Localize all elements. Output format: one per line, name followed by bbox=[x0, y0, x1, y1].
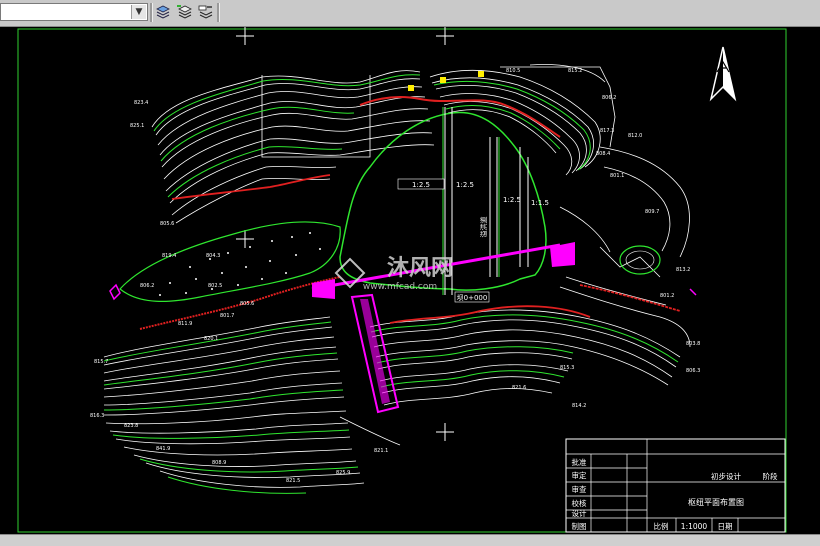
spillway-label: 溢洪道 bbox=[479, 217, 488, 238]
layer-dropdown[interactable]: ▼ bbox=[0, 3, 148, 21]
elevation-label: 810.5 bbox=[506, 68, 520, 74]
title-row-approve: 批准 bbox=[572, 457, 587, 467]
elevation-label: 813.2 bbox=[676, 267, 690, 273]
design-stage-value: 阶段 bbox=[763, 471, 778, 481]
drawing-canvas[interactable]: 1:2.5 1:2.5 溢洪道 1:2.5 1:1.5 坝0+000 沐风网 w… bbox=[0, 27, 820, 534]
elevation-label: 817.3 bbox=[600, 128, 614, 134]
elevation-label: 801.7 bbox=[220, 313, 234, 319]
layer-state-icon[interactable] bbox=[195, 2, 215, 22]
design-stage-label: 初步设计 bbox=[711, 471, 741, 481]
title-block: 批准 审定 审查 校核 设计 制图 初步设计 阶段 枢纽平面布置图 比例 1:1… bbox=[565, 438, 786, 533]
layer-previous-icon[interactable] bbox=[174, 2, 194, 22]
elevation-label: 821.5 bbox=[286, 478, 300, 484]
yellow-annotations bbox=[408, 71, 484, 91]
elevation-label: 802.5 bbox=[208, 283, 222, 289]
elevation-label: 812.0 bbox=[628, 133, 642, 139]
scale-label: 比例 bbox=[654, 521, 669, 531]
elevation-label: 823.8 bbox=[124, 423, 138, 429]
toolbar: ▼ bbox=[0, 0, 820, 27]
scale-value: 1:1000 bbox=[681, 522, 708, 531]
elevation-label: 805.6 bbox=[240, 301, 254, 307]
watermark: 沐风网 www.mfcad.com bbox=[334, 256, 453, 292]
contours-lower-left bbox=[103, 316, 365, 488]
slope-label: 1:2.5 bbox=[503, 196, 521, 204]
elevation-label: 815.3 bbox=[560, 365, 574, 371]
title-row-design: 设计 bbox=[572, 508, 587, 518]
excavation-line-upper bbox=[171, 174, 331, 200]
elevation-label: 803.8 bbox=[686, 341, 700, 347]
elevation-label: 819.4 bbox=[162, 253, 176, 259]
drawing-title: 枢纽平面布置图 bbox=[688, 497, 744, 507]
elevation-label: 816.3 bbox=[90, 413, 104, 419]
elevation-label: 820.1 bbox=[204, 336, 218, 342]
elevation-label: 808.4 bbox=[596, 151, 610, 157]
date-label: 日期 bbox=[718, 522, 733, 531]
watermark-brand: 沐风网 bbox=[387, 256, 453, 281]
contours-upper-right-index bbox=[433, 81, 591, 171]
elevation-label: 821.1 bbox=[374, 448, 388, 454]
toolbar-separator bbox=[217, 3, 220, 22]
elevation-label: 815.7 bbox=[94, 359, 108, 365]
title-row-drafting: 制图 bbox=[572, 521, 587, 531]
title-row-verify: 审定 bbox=[572, 470, 587, 480]
title-row-review: 审查 bbox=[572, 484, 587, 494]
slope-label: 1:2.5 bbox=[412, 181, 430, 189]
elevation-label: 825.9 bbox=[336, 470, 350, 476]
dam-label: 坝0+000 bbox=[457, 293, 488, 302]
elevation-label: 841.9 bbox=[156, 446, 170, 452]
elevation-label: 804.3 bbox=[206, 253, 220, 259]
elevation-label: 806.3 bbox=[686, 368, 700, 374]
status-bar bbox=[0, 534, 820, 546]
pond-inner bbox=[625, 250, 655, 270]
watermark-url: www.mfcad.com bbox=[363, 282, 437, 292]
elevation-label: 811.9 bbox=[178, 321, 192, 327]
layer-manager-icon[interactable] bbox=[153, 2, 173, 22]
survey-points-left bbox=[159, 232, 321, 296]
right-side-features bbox=[559, 146, 690, 278]
contours-lower-right bbox=[339, 276, 691, 446]
elevation-label: 823.4 bbox=[134, 100, 148, 106]
north-arrow-icon bbox=[709, 46, 737, 102]
elevation-label: 809.7 bbox=[645, 209, 659, 215]
left-lobe-boundary bbox=[119, 221, 341, 302]
contours-lower-left-index bbox=[103, 321, 359, 494]
elevation-label: 806.2 bbox=[140, 283, 154, 289]
elevation-label: 821.6 bbox=[512, 385, 526, 391]
slope-label: 1:1.5 bbox=[531, 199, 549, 207]
elevation-label: 814.2 bbox=[572, 403, 586, 409]
slope-label: 1:2.5 bbox=[456, 181, 474, 189]
elevation-label: 805.6 bbox=[160, 221, 174, 227]
elevation-label: 815.2 bbox=[568, 68, 582, 74]
title-row-check: 校核 bbox=[572, 498, 587, 508]
elevation-label: 806.2 bbox=[602, 95, 616, 101]
elevation-label: 825.1 bbox=[130, 123, 144, 129]
chevron-down-icon[interactable]: ▼ bbox=[131, 5, 146, 19]
survey-marker-right bbox=[689, 288, 697, 296]
elevation-label: 801.1 bbox=[610, 173, 624, 179]
elevation-label: 801.2 bbox=[660, 293, 674, 299]
survey-marker-left bbox=[109, 283, 121, 301]
elevation-label: 808.9 bbox=[212, 460, 226, 466]
excavation-line-top bbox=[359, 96, 561, 138]
